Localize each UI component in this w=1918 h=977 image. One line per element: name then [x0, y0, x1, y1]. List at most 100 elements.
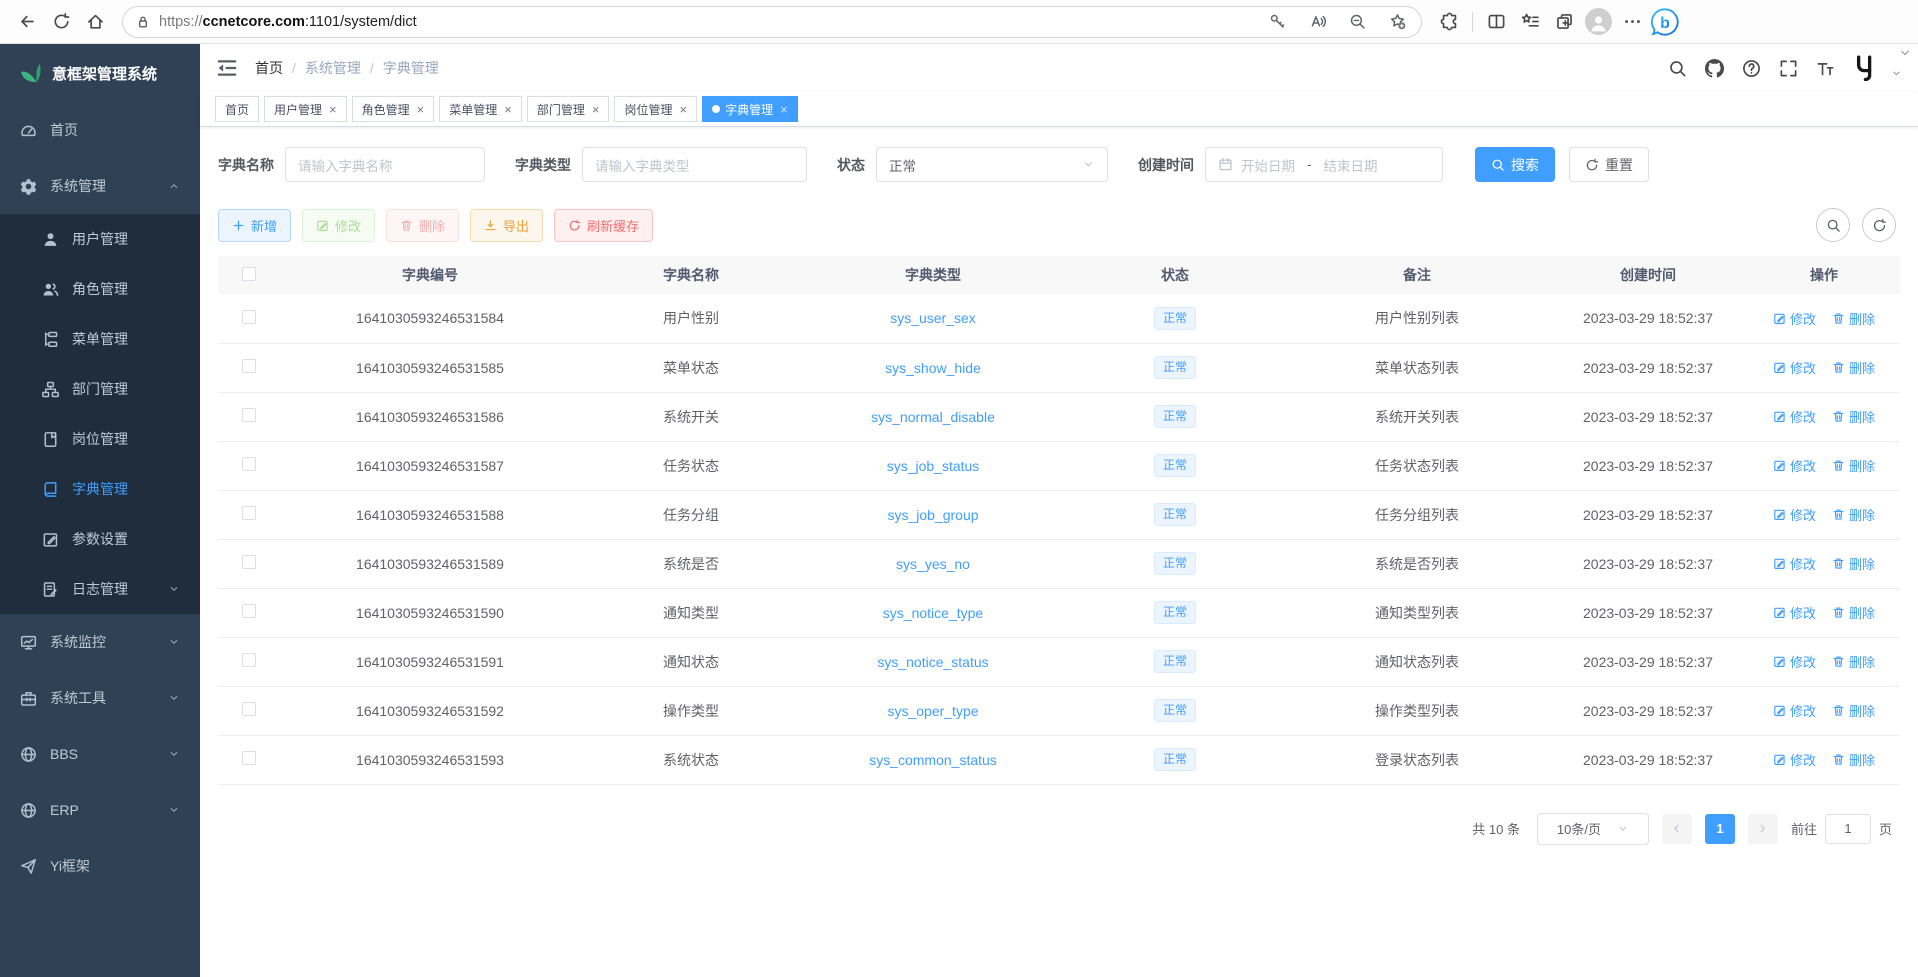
app-logo[interactable]: 意框架管理系统 — [0, 44, 200, 102]
page-number-button[interactable]: 1 — [1705, 814, 1735, 844]
status-select[interactable]: 正常 — [876, 147, 1108, 182]
add-button[interactable]: 新增 — [218, 209, 291, 242]
dict-type-link[interactable]: sys_common_status — [869, 752, 997, 768]
row-delete-link[interactable]: 删除 — [1832, 603, 1875, 622]
next-page-button[interactable] — [1748, 814, 1778, 844]
dict-type-link[interactable]: sys_show_hide — [885, 360, 981, 376]
sidebar-item-home[interactable]: 首页 — [0, 102, 200, 158]
sidebar-item-system-management[interactable]: 系统管理 — [0, 158, 200, 214]
row-delete-link[interactable]: 删除 — [1832, 652, 1875, 671]
sidebar-item-log-management[interactable]: 日志管理 — [0, 564, 200, 614]
browser-reload-button[interactable] — [44, 5, 78, 39]
row-edit-link[interactable]: 修改 — [1773, 554, 1816, 573]
dict-type-link[interactable]: sys_job_status — [887, 458, 980, 474]
row-delete-link[interactable]: 删除 — [1832, 701, 1875, 720]
collections-button[interactable] — [1547, 5, 1581, 39]
row-edit-link[interactable]: 修改 — [1773, 750, 1816, 769]
sidebar-item-post-management[interactable]: 岗位管理 — [0, 414, 200, 464]
row-checkbox[interactable] — [242, 555, 256, 569]
tab-user-management[interactable]: 用户管理× — [264, 96, 347, 122]
dict-type-link[interactable]: sys_yes_no — [896, 556, 970, 572]
font-size-button[interactable] — [1811, 54, 1839, 82]
tab-close-icon[interactable]: × — [679, 103, 687, 116]
dict-type-link[interactable]: sys_normal_disable — [871, 409, 995, 425]
row-checkbox[interactable] — [242, 604, 256, 618]
row-edit-link[interactable]: 修改 — [1773, 701, 1816, 720]
browser-back-button[interactable] — [10, 5, 44, 39]
header-search-button[interactable] — [1663, 54, 1691, 82]
tab-home[interactable]: 首页 — [215, 96, 259, 122]
reset-button[interactable]: 重置 — [1569, 147, 1649, 182]
fullscreen-button[interactable] — [1774, 54, 1802, 82]
edit-button[interactable]: 修改 — [302, 209, 375, 242]
browser-home-button[interactable] — [78, 5, 112, 39]
sidebar-item-yi-framework[interactable]: Yi框架 — [0, 838, 200, 894]
tab-menu-management[interactable]: 菜单管理× — [439, 96, 522, 122]
row-delete-link[interactable]: 删除 — [1832, 750, 1875, 769]
sidebar-item-bbs[interactable]: BBS — [0, 726, 200, 782]
row-delete-link[interactable]: 删除 — [1832, 358, 1875, 377]
favorites-button[interactable] — [1513, 5, 1547, 39]
row-checkbox[interactable] — [242, 359, 256, 373]
tab-close-icon[interactable]: × — [329, 103, 337, 116]
browser-menu-button[interactable] — [1615, 5, 1649, 39]
edge-flyout-collapse-icon[interactable] — [1898, 46, 1912, 60]
sidebar-item-erp[interactable]: ERP — [0, 782, 200, 838]
dict-type-input[interactable]: 请输入字典类型 — [582, 147, 807, 182]
row-checkbox[interactable] — [242, 457, 256, 471]
bing-chat-button[interactable]: b — [1649, 6, 1681, 38]
dict-type-link[interactable]: sys_oper_type — [887, 703, 978, 719]
dict-type-link[interactable]: sys_job_group — [887, 507, 978, 523]
url-text[interactable]: https://ccnetcore.com:1101/system/dict — [159, 14, 1257, 30]
row-checkbox[interactable] — [242, 408, 256, 422]
export-button[interactable]: 导出 — [470, 209, 543, 242]
split-screen-button[interactable] — [1479, 5, 1513, 39]
row-delete-link[interactable]: 删除 — [1832, 505, 1875, 524]
page-size-select[interactable]: 10条/页 — [1537, 813, 1649, 845]
tab-close-icon[interactable]: × — [417, 103, 425, 116]
dict-name-input[interactable]: 请输入字典名称 — [285, 147, 485, 182]
row-checkbox[interactable] — [242, 751, 256, 765]
dict-type-link[interactable]: sys_notice_status — [877, 654, 988, 670]
row-edit-link[interactable]: 修改 — [1773, 309, 1816, 328]
toggle-search-button[interactable] — [1816, 208, 1850, 242]
row-edit-link[interactable]: 修改 — [1773, 652, 1816, 671]
row-edit-link[interactable]: 修改 — [1773, 505, 1816, 524]
row-checkbox[interactable] — [242, 310, 256, 324]
address-bar[interactable]: https://ccnetcore.com:1101/system/dict — [122, 6, 1422, 38]
add-favorite-button[interactable] — [1385, 10, 1409, 34]
row-edit-link[interactable]: 修改 — [1773, 407, 1816, 426]
row-delete-link[interactable]: 删除 — [1832, 554, 1875, 573]
caret-down-icon[interactable] — [1891, 68, 1902, 79]
row-checkbox[interactable] — [242, 702, 256, 716]
profile-button[interactable] — [1581, 5, 1615, 39]
sidebar-item-dept-management[interactable]: 部门管理 — [0, 364, 200, 414]
breadcrumb-item[interactable]: 首页 — [255, 58, 283, 78]
extensions-button[interactable] — [1432, 5, 1466, 39]
delete-button[interactable]: 删除 — [386, 209, 459, 242]
row-checkbox[interactable] — [242, 506, 256, 520]
sidebar-item-param-settings[interactable]: 参数设置 — [0, 514, 200, 564]
docs-button[interactable] — [1737, 54, 1765, 82]
sidebar-item-user-management[interactable]: 用户管理 — [0, 214, 200, 264]
refresh-cache-button[interactable]: 刷新缓存 — [554, 209, 653, 242]
row-edit-link[interactable]: 修改 — [1773, 358, 1816, 377]
tab-close-icon[interactable]: × — [780, 103, 788, 116]
row-delete-link[interactable]: 删除 — [1832, 309, 1875, 328]
dict-type-link[interactable]: sys_notice_type — [883, 605, 983, 621]
row-edit-link[interactable]: 修改 — [1773, 456, 1816, 475]
row-edit-link[interactable]: 修改 — [1773, 603, 1816, 622]
sidebar-item-role-management[interactable]: 角色管理 — [0, 264, 200, 314]
tab-dict-management[interactable]: 字典管理× — [702, 96, 798, 122]
sidebar-item-system-monitor[interactable]: 系统监控 — [0, 614, 200, 670]
tab-close-icon[interactable]: × — [592, 103, 600, 116]
tab-post-management[interactable]: 岗位管理× — [614, 96, 697, 122]
search-button[interactable]: 搜索 — [1475, 147, 1555, 182]
refresh-table-button[interactable] — [1862, 208, 1896, 242]
zoom-out-button[interactable] — [1345, 10, 1369, 34]
sidebar-item-menu-management[interactable]: 菜单管理 — [0, 314, 200, 364]
row-delete-link[interactable]: 删除 — [1832, 456, 1875, 475]
user-menu-button[interactable] — [1848, 53, 1882, 83]
row-delete-link[interactable]: 删除 — [1832, 407, 1875, 426]
select-all-checkbox[interactable] — [242, 267, 256, 281]
